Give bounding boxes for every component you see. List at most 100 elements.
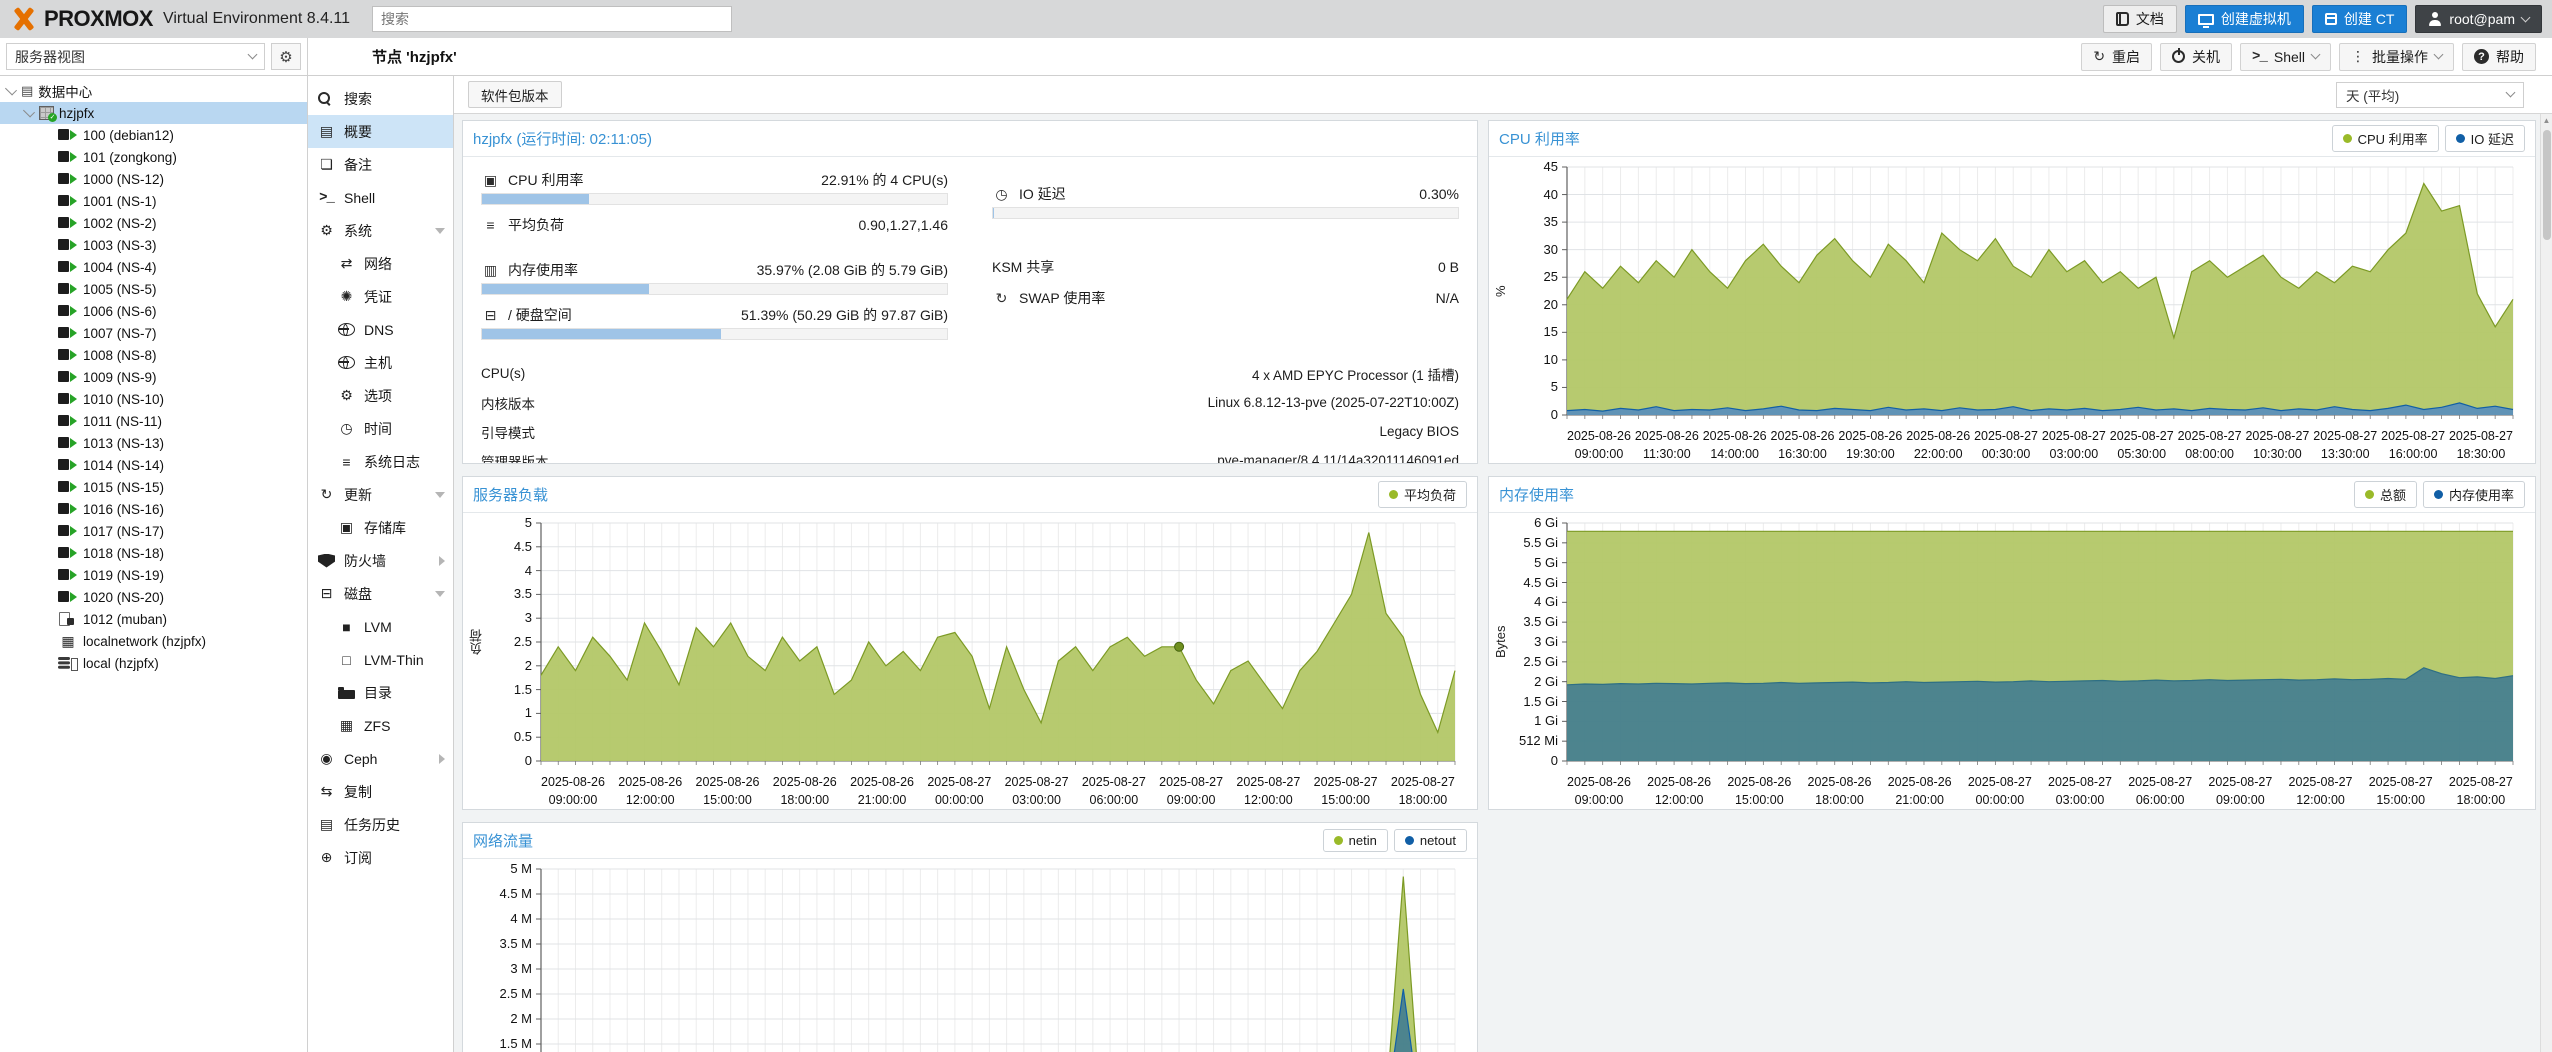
nav-item-notes[interactable]: ❏备注 [308, 148, 453, 181]
nav-item-syslog[interactable]: ≡系统日志 [308, 445, 453, 478]
nav-item-task-history[interactable]: ▤任务历史 [308, 808, 453, 841]
app-header: PROXMOX Virtual Environment 8.4.11 文档 创建… [0, 0, 2552, 38]
nav-item-label: 搜索 [344, 89, 372, 109]
nav-item-lvmthin[interactable]: □LVM-Thin [308, 643, 453, 676]
legend-item[interactable]: 内存使用率 [2423, 481, 2525, 508]
search-input[interactable] [372, 6, 732, 32]
tree-item[interactable]: 1004 (NS-4) [0, 256, 307, 278]
view-selector[interactable]: 服务器视图 [6, 43, 265, 70]
tree-item[interactable]: 1008 (NS-8) [0, 344, 307, 366]
nav-item-shell[interactable]: >_Shell [308, 181, 453, 214]
tree-item[interactable]: 1012 (muban) [0, 608, 307, 630]
restart-button[interactable]: ↻重启 [2081, 43, 2152, 71]
legend-item[interactable]: netin [1323, 829, 1388, 852]
nav-item-hosts[interactable]: 主机 [308, 346, 453, 379]
nav-item-network[interactable]: ⇄网络 [308, 247, 453, 280]
nav-item-search[interactable]: 搜索 [308, 82, 453, 115]
directory-icon [338, 690, 355, 699]
tree-settings-button[interactable]: ⚙ [271, 43, 301, 70]
nav-item-disks[interactable]: ⊟磁盘 [308, 577, 453, 610]
tree-item[interactable]: 1007 (NS-7) [0, 322, 307, 344]
nav-item-updates[interactable]: ↻更新 [308, 478, 453, 511]
nav-item-summary[interactable]: ▤概要 [308, 115, 453, 148]
create-ct-button[interactable]: 创建 CT [2312, 5, 2408, 33]
tree-item[interactable]: 1006 (NS-6) [0, 300, 307, 322]
tree-item[interactable]: 1005 (NS-5) [0, 278, 307, 300]
documentation-button[interactable]: 文档 [2103, 5, 2177, 33]
scrollbar-thumb[interactable] [2543, 130, 2551, 240]
user-menu-button[interactable]: root@pam [2415, 5, 2542, 33]
nav-item-certificates[interactable]: ✺凭证 [308, 280, 453, 313]
bulk-actions-icon: ⋮ [2351, 48, 2365, 65]
tree-item[interactable]: 1011 (NS-11) [0, 410, 307, 432]
help-button[interactable]: ?帮助 [2462, 43, 2536, 71]
tree-item[interactable]: 1020 (NS-20) [0, 586, 307, 608]
legend-item[interactable]: IO 延迟 [2445, 125, 2525, 152]
tree-item[interactable]: 1017 (NS-17) [0, 520, 307, 542]
nav-item-zfs[interactable]: ▦ZFS [308, 709, 453, 742]
tree-item-node-hzjpfx[interactable]: hzjpfx [0, 102, 307, 124]
search-icon [318, 92, 335, 106]
vm-icon [58, 414, 78, 428]
tree-item[interactable]: 1019 (NS-19) [0, 564, 307, 586]
create-vm-button[interactable]: 创建虚拟机 [2185, 5, 2304, 33]
tree-item[interactable]: 1000 (NS-12) [0, 168, 307, 190]
y-tick-label: 2 Gi [1534, 675, 1558, 689]
tree-item[interactable]: ▦localnetwork (hzjpfx) [0, 630, 307, 652]
network-icon: ⇄ [338, 255, 355, 272]
repositories-icon: ▣ [338, 519, 355, 536]
nav-item-firewall[interactable]: 防火墙 [308, 544, 453, 577]
nav-item-ceph[interactable]: ◉Ceph [308, 742, 453, 775]
tree-item[interactable]: 1013 (NS-13) [0, 432, 307, 454]
create-vm-label: 创建虚拟机 [2221, 9, 2291, 29]
tree-item[interactable]: 1009 (NS-9) [0, 366, 307, 388]
nav-item-lvm[interactable]: ■LVM [308, 610, 453, 643]
scroll-up-icon[interactable]: ▲ [2541, 114, 2552, 125]
y-tick-label: 1.5 M [499, 1037, 532, 1051]
tree-item[interactable]: 1015 (NS-15) [0, 476, 307, 498]
legend-item[interactable]: CPU 利用率 [2332, 125, 2439, 152]
x-tick-label: 2025-08-26 22:00:00 [1906, 428, 1970, 463]
legend-item[interactable]: netout [1394, 829, 1467, 852]
vm-icon [58, 590, 78, 604]
tree-item[interactable]: 1016 (NS-16) [0, 498, 307, 520]
tree-item[interactable]: 1002 (NS-2) [0, 212, 307, 234]
bulk-actions-button[interactable]: ⋮ 批量操作 [2339, 43, 2454, 71]
node-icon [39, 106, 54, 120]
nav-item-options[interactable]: ⚙选项 [308, 379, 453, 412]
legend-label: netin [1349, 833, 1377, 848]
tree-item[interactable]: 1014 (NS-14) [0, 454, 307, 476]
nav-item-system[interactable]: ⚙系统 [308, 214, 453, 247]
legend-item[interactable]: 平均负荷 [1378, 481, 1467, 508]
tree-item[interactable]: 1010 (NS-10) [0, 388, 307, 410]
tree-item[interactable]: 1018 (NS-18) [0, 542, 307, 564]
nav-item-repositories[interactable]: ▣存储库 [308, 511, 453, 544]
tree-item[interactable]: 100 (debian12) [0, 124, 307, 146]
tree-item[interactable]: 1003 (NS-3) [0, 234, 307, 256]
nav-item-subscription[interactable]: ⊕订阅 [308, 841, 453, 874]
y-tick-label: 1.5 Gi [1523, 695, 1558, 709]
nav-item-directory[interactable]: 目录 [308, 676, 453, 709]
tree-item-label: 数据中心 [38, 81, 92, 101]
legend-item[interactable]: 总额 [2354, 481, 2417, 508]
x-tick-label: 2025-08-27 00:00:00 [1968, 774, 2032, 809]
gauge-label: 平均负荷 [508, 215, 564, 235]
tree-item[interactable]: 1001 (NS-1) [0, 190, 307, 212]
nav-item-time[interactable]: ◷时间 [308, 412, 453, 445]
tree-item[interactable]: 101 (zongkong) [0, 146, 307, 168]
legend-label: 总额 [2380, 485, 2406, 504]
shell-button[interactable]: >_Shell [2240, 43, 2331, 71]
tree-item-label: 1013 (NS-13) [83, 436, 164, 451]
info-value: 4 x AMD EPYC Processor (1 插槽) [1252, 364, 1459, 384]
vertical-scrollbar[interactable]: ▲ [2540, 114, 2552, 1052]
shutdown-button[interactable]: 关机 [2160, 43, 2232, 71]
nav-item-dns[interactable]: DNS [308, 313, 453, 346]
info-value-text: Linux 6.8.12-13-pve (2025-07-22T10:00Z) [1208, 395, 1459, 410]
tree-item[interactable]: local (hzjpfx) [0, 652, 307, 674]
button-label: 批量操作 [2372, 47, 2428, 67]
info-label: 管理器版本 [481, 451, 549, 465]
tree-item-datacenter[interactable]: ▤ 数据中心 [0, 80, 307, 102]
package-versions-button[interactable]: 软件包版本 [468, 81, 562, 108]
time-range-select[interactable]: 天 (平均) [2336, 82, 2524, 108]
nav-item-replication[interactable]: ⇆复制 [308, 775, 453, 808]
